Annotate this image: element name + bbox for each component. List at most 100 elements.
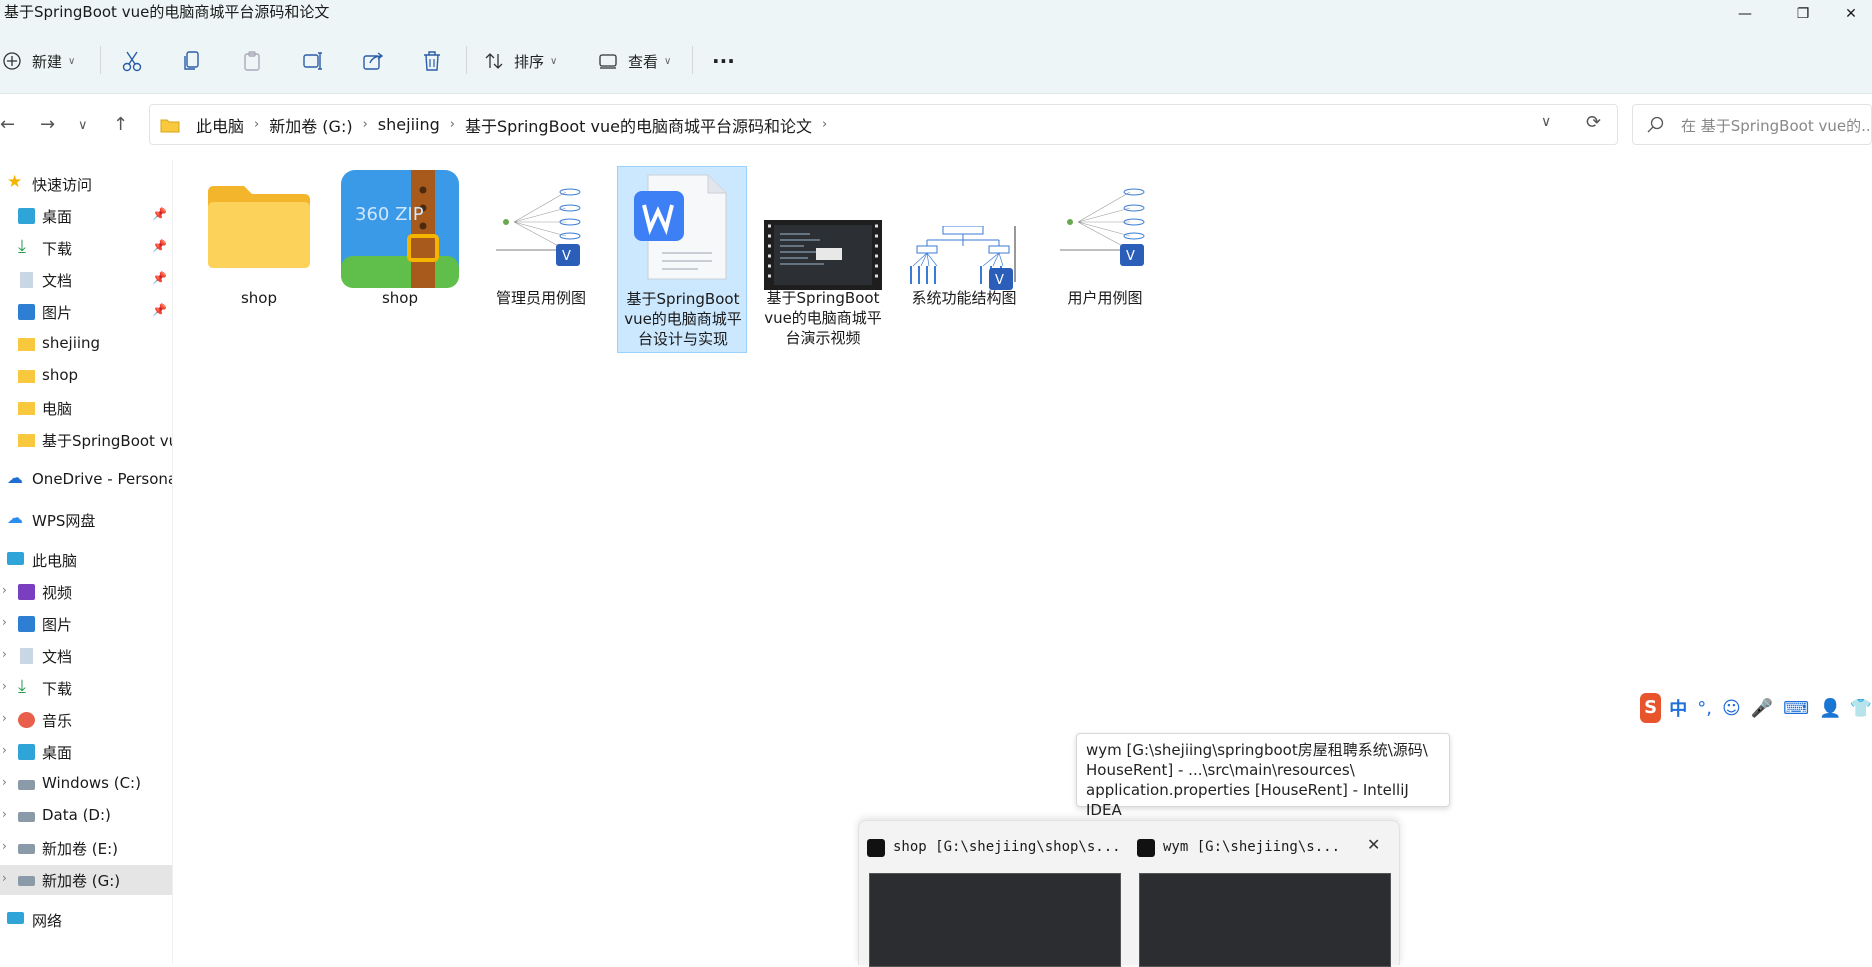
sidebar-item-label: 文档 (42, 648, 73, 666)
pin-icon[interactable]: 📌 (152, 239, 167, 253)
sidebar-item-documents[interactable]: 文档 📌 (0, 265, 172, 295)
sidebar-item-downloads[interactable]: ⤓ 下载 📌 (0, 233, 172, 263)
back-button[interactable]: ← (0, 114, 15, 135)
more-options-button[interactable]: ··· (712, 46, 735, 76)
picture-icon (18, 616, 35, 632)
rename-button[interactable] (302, 46, 324, 76)
pin-icon[interactable]: 📌 (152, 303, 167, 317)
search-box[interactable]: 在 基于SpringBoot vue的... (1632, 104, 1872, 145)
sidebar-item-music[interactable]: › 音乐 (0, 705, 172, 735)
user-icon[interactable]: 👤 (1819, 698, 1841, 719)
file-name: 系统功能结构图 (911, 289, 1017, 307)
sidebar-item-drive-d[interactable]: › Data (D:) (0, 801, 172, 831)
trash-icon (424, 51, 440, 71)
share-button[interactable] (362, 46, 384, 76)
chevron-right-icon[interactable]: › (2, 871, 7, 885)
chevron-right-icon[interactable]: › (2, 807, 7, 821)
preview-thumbnail[interactable] (869, 873, 1121, 967)
delete-button[interactable] (422, 46, 442, 76)
chevron-right-icon[interactable]: › (2, 647, 7, 661)
sidebar-item-drive-g[interactable]: › 新加卷 (G:) (0, 865, 172, 895)
address-dropdown-button[interactable]: ∨ (1541, 114, 1551, 130)
breadcrumb: 此电脑 › 新加卷 (G:) › shejiing › 基于SpringBoot vu… (160, 105, 831, 144)
plus-circle-icon (3, 52, 21, 70)
chevron-right-icon[interactable]: › (359, 117, 372, 132)
desktop-icon (18, 208, 35, 224)
ime-punctuation[interactable]: °, (1697, 698, 1712, 719)
forward-button[interactable]: → (40, 114, 55, 135)
sort-button[interactable]: 排序 ∨ (484, 46, 557, 76)
crumb-shejiing[interactable]: shejiing (372, 115, 446, 134)
view-button[interactable]: 查看 ∨ (598, 46, 671, 76)
minimize-button[interactable]: — (1722, 0, 1768, 28)
sidebar-item-label: 文档 (42, 272, 73, 290)
new-button[interactable]: 新建 ∨ (2, 46, 75, 76)
sidebar-item-computer-folder[interactable]: 电脑 (0, 393, 172, 423)
address-bar[interactable]: 此电脑 › 新加卷 (G:) › shejiing › 基于SpringBoot vu… (149, 104, 1618, 145)
keyboard-icon[interactable]: ⌨ (1783, 698, 1809, 719)
crumb-drive-g[interactable]: 新加卷 (G:) (263, 113, 358, 137)
file-name: 管理员用例图 (495, 289, 586, 307)
chevron-right-icon[interactable]: › (250, 117, 263, 132)
crumb-this-pc[interactable]: 此电脑 (190, 113, 250, 137)
ime-mode-zh[interactable]: 中 (1669, 695, 1687, 721)
music-icon (18, 712, 35, 728)
chevron-right-icon[interactable]: › (2, 839, 7, 853)
close-button[interactable]: ✕ (1830, 0, 1872, 28)
sidebar-item-label: 视频 (42, 584, 73, 602)
sidebar-item-pc-downloads[interactable]: › ⤓ 下载 (0, 673, 172, 703)
microphone-icon[interactable]: 🎤 (1751, 698, 1773, 719)
sidebar-item-label: 此电脑 (32, 552, 78, 570)
chevron-right-icon[interactable]: › (2, 775, 7, 789)
sidebar-item-onedrive[interactable]: ☁ OneDrive - Personal (0, 465, 172, 495)
chevron-right-icon[interactable]: › (446, 117, 459, 132)
refresh-button[interactable]: ⟳ (1586, 112, 1601, 133)
search-placeholder: 在 基于SpringBoot vue的... (1681, 117, 1872, 135)
sidebar-item-this-pc[interactable]: 此电脑 (0, 545, 172, 575)
crumb-current-folder[interactable]: 基于SpringBoot vue的电脑商城平台源码和论文 (459, 113, 818, 137)
sidebar-item-pc-documents[interactable]: › 文档 (0, 641, 172, 671)
up-button[interactable]: ↑ (113, 114, 128, 135)
document-icon (20, 648, 33, 664)
folder-icon (160, 119, 180, 132)
sidebar-item-network[interactable]: 网络 (0, 905, 172, 935)
sort-icon (485, 53, 503, 69)
paste-button[interactable] (242, 46, 262, 76)
pin-icon[interactable]: 📌 (152, 271, 167, 285)
navigation-pane: ★ 快速访问 桌面 📌 ⤓ 下载 📌 文档 📌 图片 📌 shejiing sh… (0, 160, 173, 964)
pin-icon[interactable]: 📌 (152, 207, 167, 221)
sidebar-item-wps[interactable]: ☁ WPS网盘 (0, 505, 172, 535)
emoji-icon[interactable]: ☺ (1722, 698, 1741, 719)
skin-icon[interactable]: 👕 (1850, 698, 1872, 719)
chevron-right-icon[interactable]: › (2, 615, 7, 629)
sidebar-item-project-folder[interactable]: 基于SpringBoot vue的电脑商城平台源码和论文 (0, 425, 172, 455)
chevron-right-icon[interactable]: › (2, 679, 7, 693)
sidebar-item-drive-e[interactable]: › 新加卷 (E:) (0, 833, 172, 863)
sidebar-item-desktop[interactable]: 桌面 📌 (0, 201, 172, 231)
sidebar-item-pc-desktop[interactable]: › 桌面 (0, 737, 172, 767)
computer-icon (7, 552, 24, 565)
recent-locations-button[interactable]: ∨ (78, 118, 88, 133)
sidebar-item-pictures[interactable]: 图片 📌 (0, 297, 172, 327)
file-item-thesis-doc[interactable]: 基于SpringBoot vue的电脑商城平台设计与实现 (617, 166, 747, 353)
drive-icon (18, 844, 35, 854)
preview-thumbnail[interactable] (1139, 873, 1391, 967)
chevron-right-icon[interactable]: › (2, 583, 7, 597)
sidebar-item-shop[interactable]: shop (0, 361, 172, 391)
copy-button[interactable] (182, 46, 202, 76)
sidebar-item-pc-pictures[interactable]: › 图片 (0, 609, 172, 639)
sidebar-item-shejiing[interactable]: shejiing (0, 329, 172, 359)
sidebar-item-label: 新加卷 (E:) (42, 840, 119, 858)
maximize-button[interactable]: ❐ (1780, 0, 1826, 28)
cloud-icon: ☁ (7, 468, 23, 487)
close-preview-button[interactable]: ✕ (1367, 835, 1380, 854)
sidebar-item-quick-access[interactable]: ★ 快速访问 (0, 169, 172, 199)
chevron-right-icon[interactable]: › (2, 711, 7, 725)
sidebar-item-drive-c[interactable]: › Windows (C:) (0, 769, 172, 799)
cut-button[interactable] (122, 46, 142, 76)
sidebar-item-videos[interactable]: › 视频 (0, 577, 172, 607)
chevron-right-icon[interactable]: › (818, 117, 831, 132)
sidebar-item-label: OneDrive - Personal (32, 470, 173, 488)
chevron-right-icon[interactable]: › (2, 743, 7, 757)
sogou-logo-icon[interactable]: S (1640, 693, 1662, 723)
